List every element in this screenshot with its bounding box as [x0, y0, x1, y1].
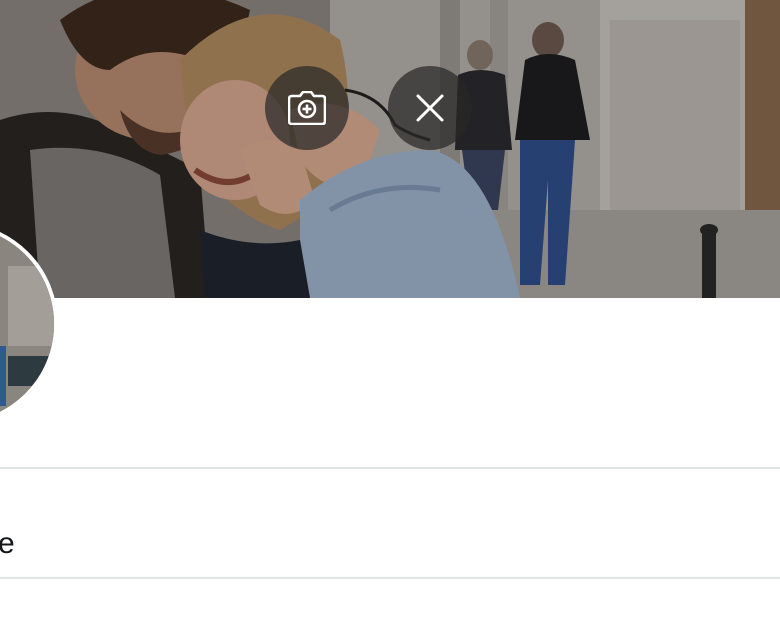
header-photo[interactable]: [0, 0, 780, 298]
field-divider: [0, 577, 780, 579]
name-field-label[interactable]: e: [0, 524, 15, 564]
section-divider: [0, 467, 780, 469]
camera-plus-icon: [288, 91, 326, 125]
header-photo-overlay: [0, 0, 780, 298]
edit-profile-page: e: [0, 0, 780, 621]
add-header-photo-button[interactable]: [265, 66, 349, 150]
close-icon: [415, 93, 445, 123]
remove-header-photo-button[interactable]: [388, 66, 472, 150]
